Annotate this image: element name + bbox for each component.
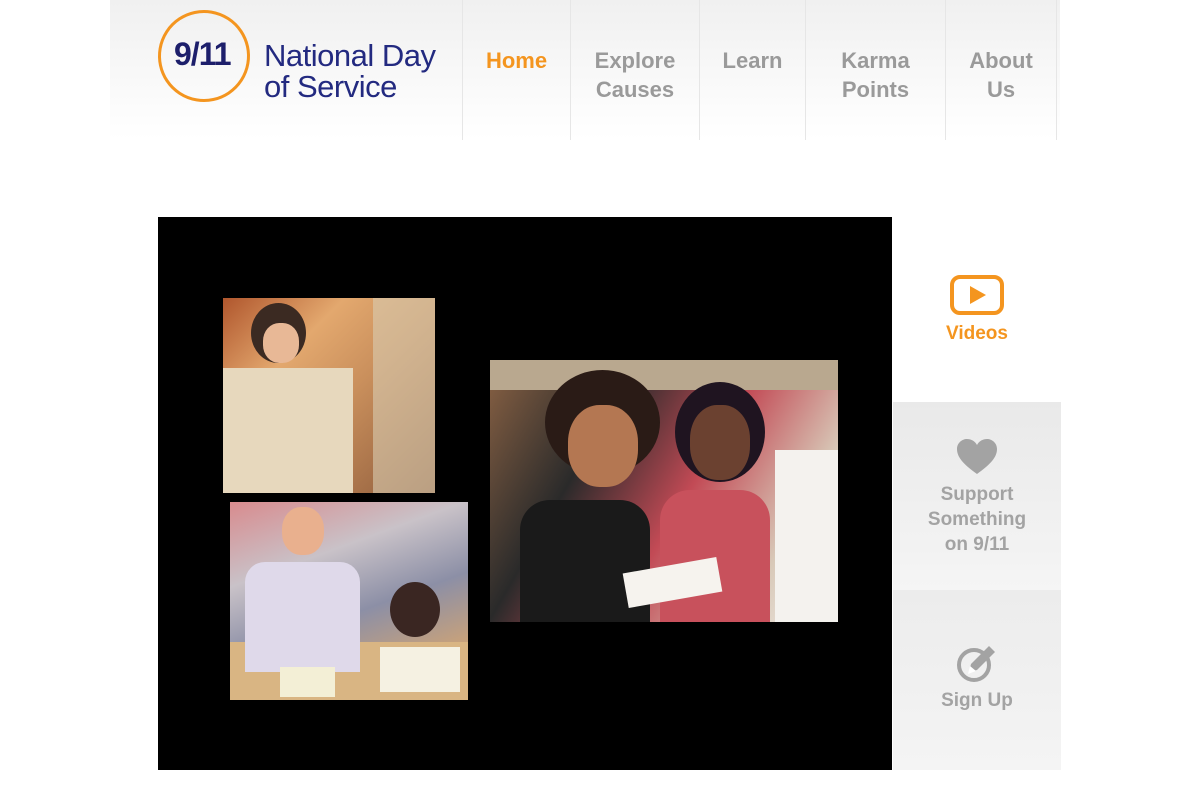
heart-icon bbox=[957, 439, 997, 474]
volunteer-carrying-box-photo bbox=[223, 298, 435, 493]
sidebar-signup-panel: Sign Up bbox=[893, 590, 1061, 770]
nav-about-us[interactable]: About Us bbox=[945, 0, 1057, 140]
main-nav: Home Explore Causes Learn Karma Points A… bbox=[462, 0, 1057, 140]
play-icon bbox=[950, 275, 1004, 315]
sign-up-label: Sign Up bbox=[941, 690, 1013, 711]
nav-learn-label: Learn bbox=[722, 48, 783, 73]
nav-home-label: Home bbox=[485, 48, 548, 73]
videos-label: Videos bbox=[946, 323, 1008, 344]
volunteer-tutoring-children-photo bbox=[230, 502, 468, 700]
nav-explore-causes[interactable]: Explore Causes bbox=[570, 0, 699, 140]
site-header: 9/11 National Day of Service Home Explor… bbox=[110, 0, 1060, 140]
volunteers-reading-book-photo bbox=[490, 360, 838, 622]
nav-about-us-label: About Us bbox=[969, 48, 1033, 102]
video-player[interactable] bbox=[158, 217, 892, 770]
sidebar-support-panel: Support Something on 9/11 bbox=[893, 402, 1061, 590]
videos-button[interactable]: Videos bbox=[893, 275, 1061, 346]
sign-up-button[interactable]: Sign Up bbox=[893, 642, 1061, 713]
logo-text: National Day of Service bbox=[264, 38, 436, 104]
site-logo[interactable]: 9/11 National Day of Service bbox=[149, 1, 458, 111]
sidebar-videos-panel: Videos bbox=[893, 217, 1061, 402]
nav-explore-causes-label: Explore Causes bbox=[594, 48, 676, 102]
nav-home[interactable]: Home bbox=[462, 0, 570, 140]
nav-karma-points-label: Karma Points bbox=[841, 48, 910, 102]
support-something-label: Support Something on 9/11 bbox=[927, 484, 1027, 555]
nav-karma-points[interactable]: Karma Points bbox=[805, 0, 945, 140]
logo-number: 9/11 bbox=[174, 36, 232, 72]
nav-learn[interactable]: Learn bbox=[699, 0, 805, 140]
support-something-button[interactable]: Support Something on 9/11 bbox=[893, 438, 1061, 557]
pencil-icon bbox=[957, 646, 995, 682]
